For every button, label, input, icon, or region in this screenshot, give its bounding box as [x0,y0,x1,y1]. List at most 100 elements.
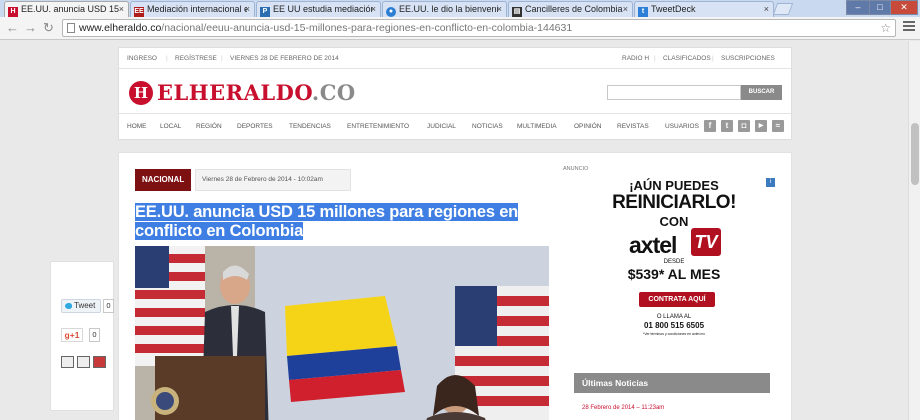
elheraldo-favicon-icon: H [8,7,18,17]
nav-item-home[interactable]: HOME [127,114,147,139]
browser-tab[interactable]: P EE UU estudia mediación × [256,1,381,17]
print-icon[interactable] [61,356,74,368]
nav-item-deportes[interactable]: DEPORTES [237,114,273,139]
headline-line: EE.UU. anuncia USD 15 millones para regi… [135,203,519,221]
tweet-count: 0 [103,299,114,313]
close-tab-icon[interactable]: × [119,2,124,16]
browser-tab[interactable]: ▤ Cancilleres de Colombia y × [508,1,633,17]
top-bar: INGRESO | REGÍSTRESE | VIERNES 28 DE FEB… [119,48,791,69]
divider: | [221,55,223,62]
divider: | [166,55,168,62]
divider: | [712,55,714,62]
register-link[interactable]: REGÍSTRESE [175,48,217,69]
article-photo[interactable] [135,246,549,420]
browser-tab-strip: H EE.UU. anuncia USD 15 mi × EE Mediación … [0,0,920,17]
url-domain: www.elheraldo.co [79,22,162,34]
gplus-count: 0 [89,328,100,342]
nav-item-tendencias[interactable]: TENDENCIAS [289,114,331,139]
close-tab-icon[interactable]: × [764,2,769,16]
globe-favicon-icon: ● [386,7,396,17]
news-favicon-icon: ▤ [512,7,522,17]
page-icon [67,23,75,33]
nav-item-judicial[interactable]: JUDICIAL [427,114,456,139]
browser-toolbar: ← → ↻ www.elheraldo.co/nacional/eeuu-anu… [0,17,920,40]
close-tab-icon[interactable]: × [245,2,250,16]
subscriptions-link[interactable]: SUSCRIPCIONES [721,48,775,69]
twitter-icon[interactable]: t [721,120,733,132]
divider: | [654,55,656,62]
tab-title: Mediación internacional e [147,4,247,14]
tweetdeck-favicon-icon: t [638,7,648,17]
nav-item-revistas[interactable]: REVISTAS [617,114,649,139]
radio-link[interactable]: RADIO H [622,48,649,69]
browser-tab[interactable]: EE Mediación internacional e × [130,1,255,17]
forward-arrow-icon[interactable]: → [24,20,37,36]
email-icon[interactable] [77,356,90,368]
tab-title: Cancilleres de Colombia y [525,4,625,14]
share-panel: Tweet 0 g+1 0 [50,261,114,411]
maximize-button[interactable]: □ [869,0,891,15]
ad-headline: ¡AÚN PUEDES [629,178,719,193]
login-link[interactable]: INGRESO [127,48,157,69]
browser-tab[interactable]: H EE.UU. anuncia USD 15 mi × [4,1,129,17]
colombia-flag [285,296,405,402]
instagram-icon[interactable]: ◘ [738,120,750,132]
tab-title: EE.UU. anuncia USD 15 mi [21,4,121,14]
category-badge[interactable]: NACIONAL [135,169,192,191]
url-path: /nacional/eeuu-anuncia-usd-15-millones-p… [161,22,573,34]
tab-title: EE UU estudia mediación [273,4,373,14]
site-logo[interactable]: ELHERALDO.CO [157,81,356,105]
nav-item-entretenimiento[interactable]: ENTRETENIMIENTO [347,114,409,139]
logo-suffix: .CO [311,80,356,105]
close-tab-icon[interactable]: × [497,2,502,16]
google-plus-button[interactable]: g+1 [61,328,83,342]
nav-item-region[interactable]: REGIÓN [196,114,222,139]
tab-title: TweetDeck [651,4,696,14]
ee-favicon-icon: EE [134,7,144,17]
ad-cta-button[interactable]: CONTRATA AQUÍ [639,292,715,307]
page-scrollbar[interactable] [908,41,920,420]
ad-price: $539* AL MES [627,266,721,282]
tv-logo: TV [691,228,721,256]
headline-line: conflicto en Colombia [135,222,304,240]
press-conference-photo [135,246,549,420]
minimize-button[interactable]: – [846,0,870,15]
logo-name: ELHERALDO [157,80,312,105]
scrollbar-thumb[interactable] [911,123,919,185]
browser-tab[interactable]: t TweetDeck × [634,1,774,17]
chrome-menu-icon[interactable] [903,21,915,33]
main-nav: HOME LOCAL REGIÓN DEPORTES TENDENCIAS EN… [119,113,791,138]
facebook-icon[interactable]: f [704,120,716,132]
ad-label: ANUNCIO [563,166,589,172]
back-arrow-icon[interactable]: ← [6,20,19,36]
classifieds-link[interactable]: CLASIFICADOS [663,48,711,69]
tab-title: EE.UU. le dio la bienvenid [399,4,499,14]
ad-desde: DESDE [663,259,685,265]
close-window-button[interactable]: ✕ [890,0,918,15]
tweet-button[interactable]: Tweet [61,299,101,313]
browser-tab[interactable]: ● EE.UU. le dio la bienvenid × [382,1,507,17]
nav-item-local[interactable]: LOCAL [160,114,181,139]
search-button[interactable]: BUSCAR [741,85,782,100]
nav-item-multimedia[interactable]: MULTIMEDIA [517,114,557,139]
search-input[interactable] [607,85,741,100]
close-tab-icon[interactable]: × [623,2,628,16]
nav-item-usuarios[interactable]: USUARIOS [665,114,699,139]
bookmark-star-icon[interactable]: ☆ [880,20,891,36]
address-bar[interactable]: www.elheraldo.co/nacional/eeuu-anuncia-u… [62,19,896,37]
us-flag-left [135,246,205,366]
nav-item-noticias[interactable]: NOTICIAS [472,114,503,139]
article-headline: EE.UU. anuncia USD 15 millones para regi… [135,203,551,241]
rss-icon[interactable]: ≈ [772,120,784,132]
new-tab-button[interactable] [772,3,794,15]
logo-mark[interactable]: H [129,81,153,105]
ad-headline: CON [659,214,689,229]
p-favicon-icon: P [260,7,270,17]
advertisement[interactable]: ANUNCIO i ¡AÚN PUEDES REINICIARLO! CON a… [563,166,785,342]
nav-item-opinion[interactable]: OPINIÓN [574,114,601,139]
pdf-icon[interactable] [93,356,106,368]
page-viewport: INGRESO | REGÍSTRESE | VIERNES 28 DE FEB… [0,41,908,420]
close-tab-icon[interactable]: × [371,2,376,16]
reload-icon[interactable]: ↻ [43,20,54,36]
youtube-icon[interactable]: ▶ [755,120,767,132]
